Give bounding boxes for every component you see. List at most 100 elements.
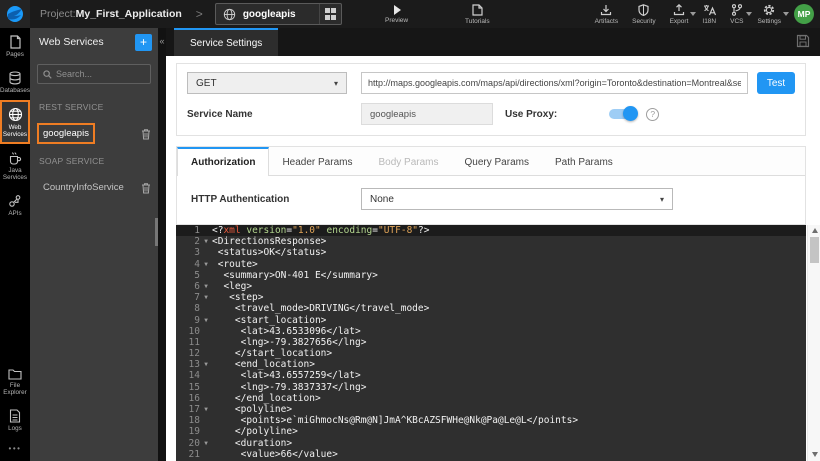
code-text: <route> xyxy=(212,258,258,270)
tutorials-button[interactable]: Tutorials xyxy=(458,0,497,28)
code-line[interactable]: 6 ▼ <leg> xyxy=(176,281,806,292)
param-tab-authorization[interactable]: Authorization xyxy=(177,147,270,176)
search-input[interactable] xyxy=(56,69,140,79)
code-line[interactable]: 16 </end_location> xyxy=(176,393,806,404)
code-line[interactable]: 20 ▼ <duration> xyxy=(176,438,806,449)
code-line[interactable]: 5 <summary>ON-401 E</summary> xyxy=(176,270,806,281)
fold-marker-icon[interactable]: ▼ xyxy=(200,315,212,326)
scroll-down-arrow[interactable] xyxy=(808,449,820,459)
project-breadcrumb[interactable]: Project:My_First_Application xyxy=(40,8,182,20)
delete-trash-icon[interactable] xyxy=(141,182,151,194)
code-line[interactable]: 11 <lng>-79.3827656</lng> xyxy=(176,337,806,348)
sidebar-item-java-services[interactable]: Java Services xyxy=(0,144,30,187)
code-line[interactable]: 19 </polyline> xyxy=(176,426,806,437)
settings-button[interactable]: Settings xyxy=(751,0,789,28)
test-button[interactable]: Test xyxy=(757,72,795,94)
selected-service-name: googleapis xyxy=(242,8,296,20)
code-line[interactable]: 3 <status>OK</status> xyxy=(176,247,806,258)
security-button[interactable]: Security xyxy=(625,0,662,28)
code-text: <polyline> xyxy=(212,404,293,415)
web-services-globe-icon xyxy=(8,107,22,122)
panel-splitter[interactable]: « xyxy=(158,28,166,461)
fold-marker-icon[interactable]: ▼ xyxy=(200,359,212,370)
delete-trash-icon[interactable] xyxy=(141,128,151,140)
proxy-help-icon[interactable]: ? xyxy=(646,107,660,121)
add-service-button[interactable]: + xyxy=(135,33,152,51)
fold-marker-icon[interactable]: ▼ xyxy=(200,404,212,415)
fold-marker-icon[interactable]: ▼ xyxy=(200,259,212,270)
code-line[interactable]: 2 ▼ <DirectionsResponse> xyxy=(176,236,806,247)
code-line[interactable]: 17 ▼ <polyline> xyxy=(176,404,806,415)
user-avatar[interactable]: MP xyxy=(794,4,814,24)
sidebar-item-apis[interactable]: APIs xyxy=(0,187,30,223)
export-upload-icon xyxy=(673,3,685,15)
sidebar-label: Web Services xyxy=(2,124,28,138)
line-number: 12 xyxy=(188,348,200,360)
scroll-up-arrow[interactable] xyxy=(808,225,820,235)
service-name-input[interactable] xyxy=(361,103,493,125)
service-grid-button[interactable] xyxy=(318,4,341,24)
artifacts-button[interactable]: Artifacts xyxy=(588,0,625,28)
code-line[interactable]: 7 ▼ <step> xyxy=(176,292,806,303)
use-proxy-toggle[interactable] xyxy=(609,106,639,121)
sidebar-item-logs[interactable]: Logs xyxy=(0,402,30,438)
tab-service-settings[interactable]: Service Settings xyxy=(174,28,279,56)
param-tab-header-params[interactable]: Header Params xyxy=(269,147,365,175)
sidebar-item-file-explorer[interactable]: File Explorer xyxy=(0,361,30,402)
code-line[interactable]: 8 <travel_mode>DRIVING</travel_mode> xyxy=(176,303,806,314)
export-button[interactable]: Export xyxy=(663,0,697,28)
preview-button[interactable]: Preview xyxy=(378,0,415,28)
code-line[interactable]: 9 ▼ <start_location> xyxy=(176,315,806,326)
use-proxy-label: Use Proxy: xyxy=(505,108,558,120)
document-tabbar: Service Settings xyxy=(166,28,820,56)
save-icon[interactable] xyxy=(796,34,810,48)
fold-marker-icon[interactable]: ▼ xyxy=(200,438,212,449)
code-text: <end_location> xyxy=(212,359,315,371)
sidebar-item-databases[interactable]: Databases xyxy=(0,64,30,100)
code-line[interactable]: 1 <?xml version="1.0" encoding="UTF-8"?> xyxy=(176,225,806,237)
code-line[interactable]: 10 <lat>43.6533096</lat> xyxy=(176,326,806,337)
param-tab-path-params[interactable]: Path Params xyxy=(542,147,626,175)
request-url-input[interactable] xyxy=(361,72,748,94)
artifacts-label: Artifacts xyxy=(594,17,619,25)
editor-scrollbar[interactable] xyxy=(807,225,820,461)
code-line[interactable]: 21 <value>66</value> xyxy=(176,449,806,460)
fold-marker-icon[interactable]: ▼ xyxy=(200,292,212,303)
fold-marker-icon[interactable]: ▼ xyxy=(200,281,212,292)
service-list-item[interactable]: CountryInfoService xyxy=(30,173,158,202)
vcs-button[interactable]: VCS xyxy=(723,0,752,28)
scrollbar-thumb[interactable] xyxy=(810,237,819,263)
vcs-label: VCS xyxy=(730,17,744,25)
code-line[interactable]: 18 <points>e`miGhmocNs@Rm@N]JmA^KBcAZSFW… xyxy=(176,415,806,426)
settings-caret-icon xyxy=(783,12,789,16)
code-line[interactable]: 15 <lng>-79.3837337</lng> xyxy=(176,382,806,393)
app-logo[interactable] xyxy=(0,0,30,28)
service-search[interactable] xyxy=(37,64,151,84)
tutorials-label: Tutorials xyxy=(465,17,490,25)
translate-icon xyxy=(703,4,716,15)
line-number: 21 xyxy=(188,448,200,460)
preview-label: Preview xyxy=(385,16,409,24)
fold-marker-icon[interactable]: ▼ xyxy=(200,236,212,247)
line-number: 1 xyxy=(194,225,200,236)
http-authentication-select[interactable]: None ▾ xyxy=(361,188,673,210)
code-line[interactable]: 13 ▼ <end_location> xyxy=(176,359,806,370)
param-tab-query-params[interactable]: Query Params xyxy=(452,147,542,175)
code-line[interactable]: 12 </start_location> xyxy=(176,348,806,359)
sidebar-item-pages[interactable]: Pages xyxy=(0,28,30,64)
code-text: <leg> xyxy=(212,280,253,292)
service-item-name: googleapis xyxy=(37,123,95,144)
sidebar-item-web-services[interactable]: Web Services xyxy=(0,100,30,144)
collapse-panel-icon[interactable]: « xyxy=(158,36,166,46)
code-line[interactable]: 14 <lat>43.6557259</lat> xyxy=(176,370,806,381)
sidebar-more-button[interactable]: ••• xyxy=(0,438,30,461)
code-line[interactable]: 4 ▼ <route> xyxy=(176,259,806,270)
i18n-button[interactable]: I18N xyxy=(695,0,723,28)
service-selector[interactable]: googleapis xyxy=(214,3,342,25)
request-card: GET ▾ Test Service Name Use Proxy: ? xyxy=(176,63,806,136)
http-method-select[interactable]: GET ▾ xyxy=(187,72,347,94)
service-list-item[interactable]: googleapis xyxy=(30,119,158,148)
response-code-editor[interactable]: 1 <?xml version="1.0" encoding="UTF-8"?> 2… xyxy=(176,225,806,461)
